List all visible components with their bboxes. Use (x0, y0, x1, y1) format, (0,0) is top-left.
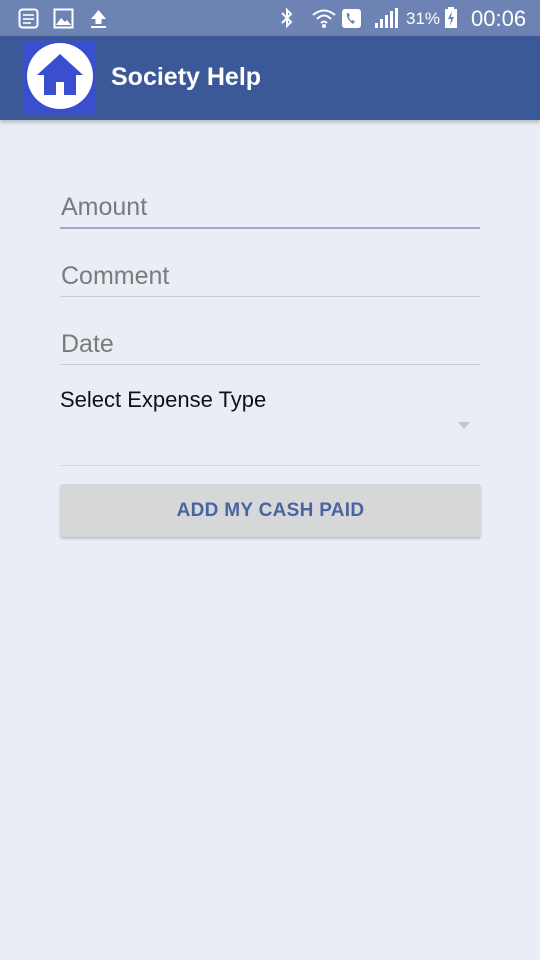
battery-percent: 31% (406, 9, 441, 28)
home-icon (27, 42, 93, 114)
dropdown-arrow-icon (458, 422, 470, 429)
bluetooth-icon (276, 7, 298, 29)
phone-icon (340, 7, 362, 29)
amount-underline (60, 227, 480, 229)
notes-icon (17, 7, 39, 29)
clock: 00:06 (471, 6, 527, 31)
date-input[interactable] (60, 324, 480, 364)
expense-type-underline (60, 465, 480, 466)
date-field (60, 324, 480, 365)
signal-icon (374, 7, 400, 29)
expense-type-dropdown[interactable] (60, 405, 480, 465)
app-bar: Society Help (0, 36, 540, 120)
amount-field (60, 187, 480, 229)
gallery-icon (52, 7, 74, 29)
upload-icon (87, 7, 109, 29)
amount-input[interactable] (60, 187, 480, 227)
comment-underline (60, 296, 480, 297)
add-cash-paid-button[interactable]: ADD MY CASH PAID (60, 484, 481, 537)
app-title: Society Help (111, 63, 262, 91)
app-logo (24, 42, 96, 114)
status-bar: 31% 00:06 (0, 0, 540, 36)
wifi-calling-icon (311, 7, 337, 29)
date-underline (60, 364, 480, 365)
comment-input[interactable] (60, 256, 480, 296)
battery-charging-icon (443, 7, 459, 29)
comment-field (60, 256, 480, 297)
